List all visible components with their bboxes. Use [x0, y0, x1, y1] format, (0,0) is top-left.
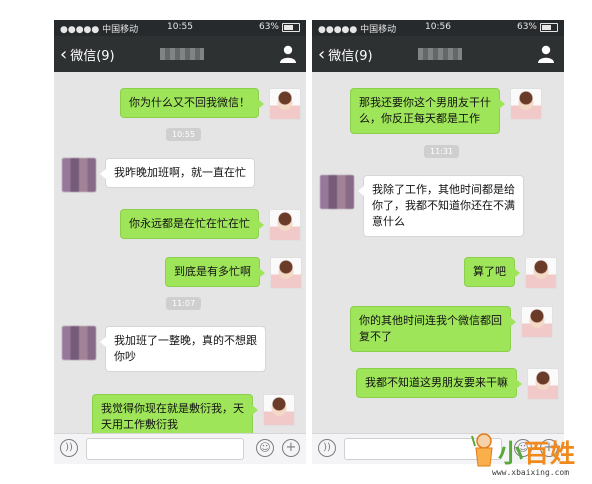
timestamp: 10:55 — [166, 128, 202, 141]
message-bubble-sent[interactable]: 你的其他时间连我个微信都回 复不了 — [350, 306, 516, 352]
message-bubble-sent[interactable]: 算了吧 — [464, 257, 520, 287]
chat-screen-right: ●●●●● 中国移动 10:56 63% ‹ 微信(9) 那我还要你这个男朋友干… — [312, 20, 564, 464]
back-button[interactable]: ‹ 微信(9) — [60, 45, 115, 64]
nav-bar: ‹ 微信(9) — [54, 36, 306, 72]
avatar[interactable] — [525, 257, 557, 289]
message-input[interactable] — [86, 438, 244, 460]
avatar[interactable] — [269, 88, 301, 120]
message-row: 你的其他时间连我个微信都回 复不了 — [350, 306, 553, 352]
back-label: 微信(9) — [70, 49, 115, 64]
message-bubble-received[interactable]: 我昨晚加班啊，就一直在忙 — [100, 158, 255, 188]
person-icon[interactable] — [538, 45, 554, 63]
message-line: 我加班了一整晚，真的不想跟 — [114, 334, 257, 347]
message-line: 意什么 — [372, 215, 405, 228]
message-bubble-sent[interactable]: 你为什么又不回我微信！ — [120, 88, 264, 118]
message-row: 那我还要你这个男朋友干什 么，你反正每天都是工作 — [350, 88, 542, 134]
contact-name-blurred — [160, 48, 204, 60]
message-row: 到底是有多忙啊 — [165, 257, 302, 289]
watermark-url: www.xbaixing.com — [492, 468, 570, 477]
avatar[interactable] — [521, 306, 553, 338]
message-line: 我觉得你现在就是敷衍我，天 — [101, 402, 244, 415]
message-row: 我加班了一整晚，真的不想跟 你吵 — [62, 326, 266, 372]
avatar[interactable] — [320, 175, 354, 209]
avatar[interactable] — [62, 158, 96, 192]
message-line: 你了，我都不知道你还在不满 — [372, 199, 515, 212]
avatar[interactable] — [527, 368, 559, 400]
battery-percent: 63% — [516, 22, 537, 32]
message-row: 我都不知道这男朋友要来干嘛 — [356, 368, 559, 400]
input-bar: )) ☺ + — [54, 433, 306, 464]
message-row: 算了吧 — [464, 257, 557, 289]
message-bubble-sent[interactable]: 那我还要你这个男朋友干什 么，你反正每天都是工作 — [350, 88, 505, 134]
message-row: 你为什么又不回我微信！ — [120, 88, 301, 120]
person-icon[interactable] — [280, 45, 296, 63]
avatar[interactable] — [510, 88, 542, 120]
chevron-left-icon: ‹ — [60, 43, 68, 65]
back-label: 微信(9) — [328, 49, 373, 64]
avatar[interactable] — [62, 326, 96, 360]
status-bar: ●●●●● 中国移动 10:55 63% — [54, 20, 306, 36]
timestamp: 11:31 — [424, 145, 460, 158]
emoji-icon[interactable]: ☺ — [256, 439, 274, 457]
battery-status: 63% — [259, 22, 300, 32]
message-row: 我除了工作，其他时间都是给 你了，我都不知道你还在不满 意什么 — [320, 175, 524, 237]
plus-icon[interactable]: + — [282, 439, 300, 457]
message-line: 你吵 — [114, 350, 136, 363]
message-bubble-sent[interactable]: 到底是有多忙啊 — [165, 257, 265, 287]
timestamp: 11:07 — [166, 297, 202, 310]
message-line: 那我还要你这个男朋友干什 — [359, 96, 491, 109]
chevron-left-icon: ‹ — [318, 43, 326, 65]
watermark-brand: 小百姓 — [498, 434, 576, 470]
watermark-brand-part: 百姓 — [524, 439, 577, 468]
message-line: 么，你反正每天都是工作 — [359, 112, 480, 125]
message-bubble-sent[interactable]: 你永远都是在忙在忙在忙 — [120, 209, 264, 239]
avatar[interactable] — [269, 209, 301, 241]
battery-icon — [282, 22, 300, 32]
avatar[interactable] — [270, 257, 302, 289]
battery-percent: 63% — [258, 22, 279, 32]
status-bar: ●●●●● 中国移动 10:56 63% — [312, 20, 564, 36]
site-watermark: 小百姓 www.xbaixing.com — [466, 430, 592, 484]
mascot-logo-icon — [471, 433, 493, 467]
message-line: 天用工作敷衍我 — [101, 418, 178, 431]
back-button[interactable]: ‹ 微信(9) — [318, 45, 373, 64]
battery-status: 63% — [517, 22, 558, 32]
message-line: 复不了 — [359, 330, 392, 343]
message-line: 我除了工作，其他时间都是给 — [372, 183, 515, 196]
message-bubble-received[interactable]: 我除了工作，其他时间都是给 你了，我都不知道你还在不满 意什么 — [358, 175, 524, 237]
nav-bar: ‹ 微信(9) — [312, 36, 564, 72]
message-row: 你永远都是在忙在忙在忙 — [120, 209, 301, 241]
contact-name-blurred — [418, 48, 462, 60]
voice-icon[interactable]: )) — [60, 439, 78, 457]
chat-screen-left: ●●●●● 中国移动 10:55 63% ‹ 微信(9) 你为什么又不回我微信！… — [54, 20, 306, 464]
watermark-brand-part: 小 — [498, 439, 525, 468]
message-line: 你的其他时间连我个微信都回 — [359, 314, 502, 327]
message-bubble-sent[interactable]: 我都不知道这男朋友要来干嘛 — [356, 368, 522, 398]
message-row: 我昨晚加班啊，就一直在忙 — [62, 158, 255, 192]
battery-icon — [540, 22, 558, 32]
voice-icon[interactable]: )) — [318, 439, 336, 457]
message-bubble-received[interactable]: 我加班了一整晚，真的不想跟 你吵 — [100, 326, 266, 372]
avatar[interactable] — [263, 394, 295, 426]
